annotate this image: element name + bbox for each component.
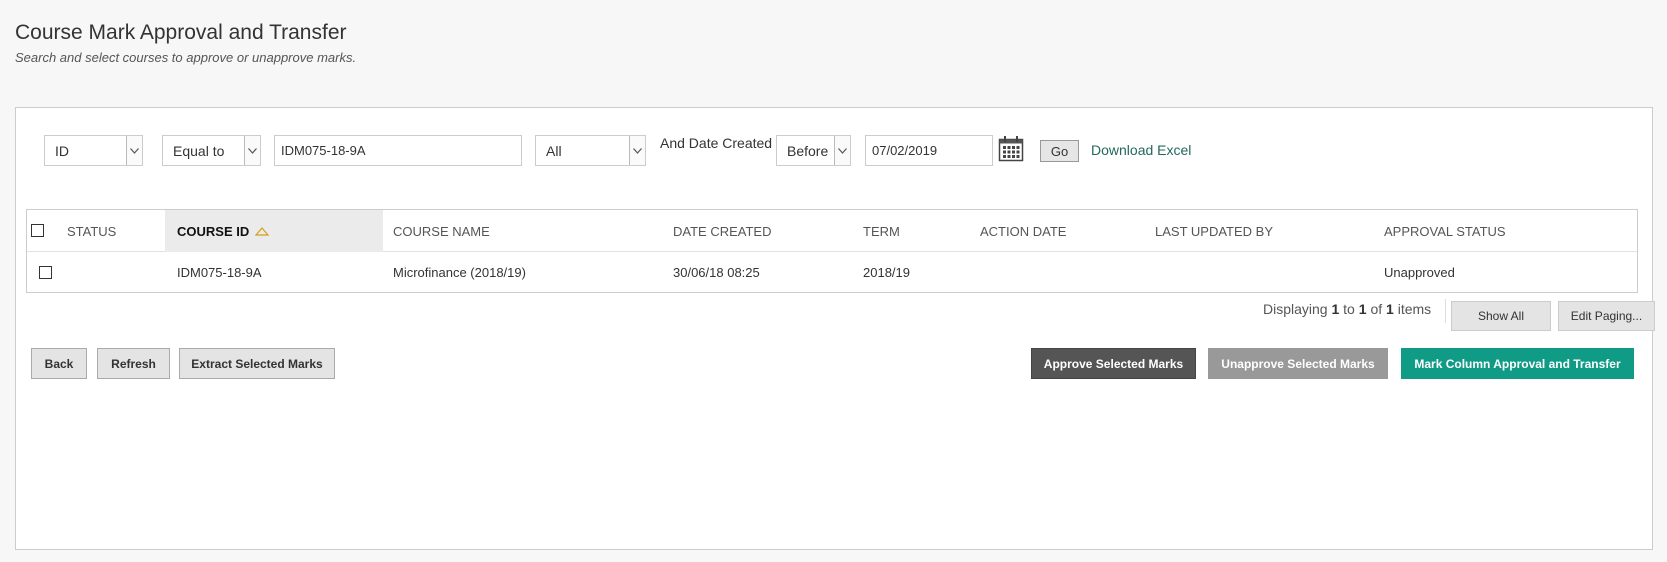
table-header: Status Course ID Course Name Date Create…	[27, 210, 1637, 252]
cell-date-created: 30/06/18 08:25	[673, 265, 760, 280]
column-header-action-date[interactable]: Action Date	[980, 210, 1066, 252]
cell-approval-status: Unapproved	[1384, 265, 1455, 280]
refresh-button[interactable]: Refresh	[97, 348, 170, 379]
search-input[interactable]	[274, 135, 522, 166]
course-table: Status Course ID Course Name Date Create…	[26, 209, 1638, 293]
download-excel-link[interactable]: Download Excel	[1091, 142, 1191, 158]
back-button[interactable]: Back	[31, 348, 87, 379]
paging-prefix: Displaying	[1263, 301, 1328, 317]
paging-from: 1	[1331, 301, 1340, 317]
edit-paging-button[interactable]: Edit Paging...	[1558, 301, 1655, 331]
extract-selected-marks-button[interactable]: Extract Selected Marks	[179, 348, 335, 379]
scope-select[interactable]: All	[535, 135, 646, 166]
column-header-course-id[interactable]: Course ID	[165, 210, 383, 252]
cell-term: 2018/19	[863, 265, 910, 280]
row-checkbox[interactable]	[39, 266, 52, 279]
column-header-term[interactable]: Term	[863, 210, 900, 252]
date-operator-select[interactable]: Before	[776, 135, 851, 166]
column-header-status[interactable]: Status	[67, 210, 116, 252]
operator-select-value: Equal to	[173, 142, 225, 159]
chevron-down-icon	[126, 136, 142, 165]
column-header-last-updated-by[interactable]: Last Updated By	[1155, 210, 1273, 252]
paging-to-word: to	[1343, 301, 1355, 317]
date-operator-select-value: Before	[787, 142, 829, 159]
page-subtitle: Search and select courses to approve or …	[15, 50, 357, 65]
chevron-down-icon	[629, 136, 645, 165]
approve-selected-marks-button[interactable]: Approve Selected Marks	[1031, 348, 1196, 379]
chevron-down-icon	[834, 136, 850, 165]
unapprove-selected-marks-button[interactable]: Unapprove Selected Marks	[1208, 348, 1388, 379]
chevron-down-icon	[244, 136, 260, 165]
cell-course-id: IDM075-18-9A	[177, 265, 262, 280]
column-header-course-name[interactable]: Course Name	[393, 210, 490, 252]
date-input[interactable]	[865, 135, 993, 166]
table-row: IDM075-18-9A Microfinance (2018/19) 30/0…	[27, 252, 1637, 293]
paging-suffix: items	[1397, 301, 1432, 317]
mark-column-approval-transfer-button[interactable]: Mark Column Approval and Transfer	[1401, 348, 1634, 379]
column-header-date-created[interactable]: Date Created	[673, 210, 771, 252]
show-all-button[interactable]: Show All	[1451, 301, 1551, 331]
scope-select-value: All	[546, 142, 562, 159]
select-all-checkbox[interactable]	[31, 224, 44, 237]
paging-to: 1	[1358, 301, 1367, 317]
calendar-icon[interactable]	[998, 135, 1024, 162]
column-header-approval-status[interactable]: Approval Status	[1384, 210, 1506, 252]
page-title: Course Mark Approval and Transfer	[15, 21, 347, 44]
operator-select[interactable]: Equal to	[162, 135, 261, 166]
column-header-course-id-label: Course ID	[177, 223, 250, 239]
paging-divider	[1445, 299, 1446, 323]
cell-course-name: Microfinance (2018/19)	[393, 265, 526, 280]
paging-of-word: of	[1370, 301, 1383, 317]
field-select[interactable]: ID	[44, 135, 143, 166]
field-select-value: ID	[55, 142, 69, 159]
go-button[interactable]: Go	[1040, 140, 1079, 162]
paging-summary: Displaying 1 to 1 of 1 items	[1263, 301, 1431, 317]
sort-ascending-icon	[255, 226, 270, 236]
search-panel: ID Equal to All And Date Created Before	[15, 107, 1655, 550]
paging-total: 1	[1386, 301, 1394, 317]
date-created-label: And Date Created	[660, 135, 773, 151]
